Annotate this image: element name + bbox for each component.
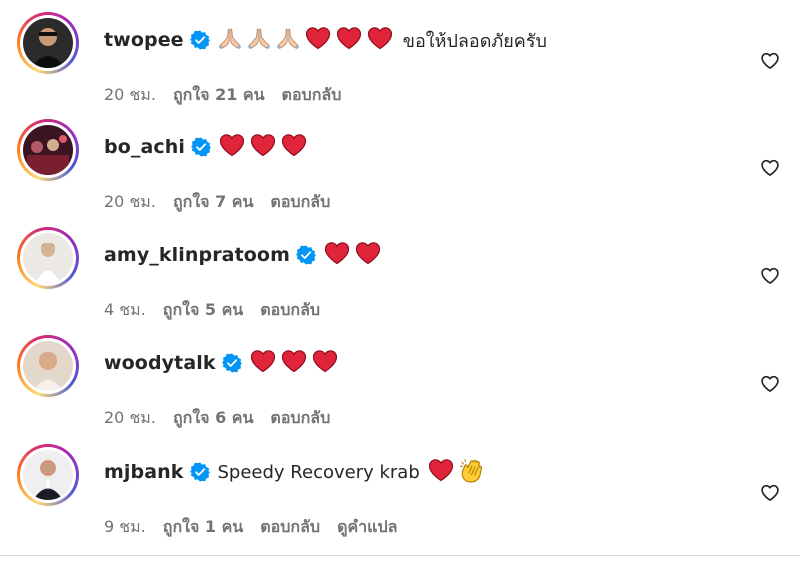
see-translation-button[interactable]: ดูคำแปล bbox=[337, 515, 397, 540]
reply-button[interactable]: ตอบกลับ bbox=[282, 83, 342, 108]
timestamp[interactable]: 20 ชม. bbox=[104, 83, 156, 108]
reply-button[interactable]: ตอบกลับ bbox=[270, 190, 330, 215]
like-heart-icon[interactable] bbox=[760, 374, 780, 394]
story-ring[interactable] bbox=[17, 227, 79, 289]
comment-text: ขอให้ปลอดภัยครับ bbox=[218, 26, 547, 55]
username[interactable]: twopee bbox=[104, 29, 184, 51]
reply-button[interactable]: ตอบกลับ bbox=[270, 406, 330, 431]
comment-item: mjbank Speedy Recovery krab 9 ชม. ถูกใจ … bbox=[0, 432, 800, 540]
comment-item: twopee ขอให้ปลอดภัยครับ 20 ชม. ถูกใจ 21 … bbox=[0, 0, 800, 108]
timestamp[interactable]: 20 ชม. bbox=[104, 406, 156, 431]
red-heart-icon bbox=[219, 133, 245, 162]
red-heart-icon bbox=[305, 26, 331, 55]
clapping-hands-icon bbox=[459, 457, 485, 488]
avatar[interactable] bbox=[23, 341, 73, 391]
red-heart-icon bbox=[250, 133, 276, 162]
comment-text bbox=[219, 133, 307, 162]
red-heart-icon bbox=[250, 349, 276, 378]
red-heart-icon bbox=[367, 26, 393, 55]
timestamp[interactable]: 4 ชม. bbox=[104, 298, 146, 323]
comment-body: ขอให้ปลอดภัยครับ bbox=[402, 30, 547, 52]
likes-count[interactable]: ถูกใจ 6 คน bbox=[173, 406, 253, 431]
username[interactable]: amy_klinpratoom bbox=[104, 244, 290, 266]
story-ring[interactable] bbox=[17, 444, 79, 506]
verified-badge-icon bbox=[221, 353, 242, 373]
like-heart-icon[interactable] bbox=[760, 158, 780, 178]
avatar[interactable] bbox=[23, 233, 73, 283]
avatar[interactable] bbox=[23, 125, 73, 175]
story-ring[interactable] bbox=[17, 12, 79, 74]
red-heart-icon bbox=[336, 26, 362, 55]
verified-badge-icon bbox=[190, 137, 211, 157]
likes-count[interactable]: ถูกใจ 5 คน bbox=[163, 298, 243, 323]
comment-item: amy_klinpratoom 4 ชม. ถูกใจ 5 คน ตอบกลับ bbox=[0, 215, 800, 323]
red-heart-icon bbox=[281, 349, 307, 378]
username[interactable]: mjbank bbox=[104, 461, 184, 483]
username[interactable]: woodytalk bbox=[104, 352, 216, 374]
red-heart-icon bbox=[355, 241, 381, 270]
pray-icon bbox=[247, 26, 271, 55]
red-heart-icon bbox=[324, 241, 350, 270]
comment-item: bo_achi 20 ชม. ถูกใจ 7 คน ตอบกลับ bbox=[0, 107, 800, 215]
verified-badge-icon bbox=[189, 462, 210, 482]
comment-body: Speedy Recovery krab bbox=[217, 461, 420, 483]
timestamp[interactable]: 20 ชม. bbox=[104, 190, 156, 215]
likes-count[interactable]: ถูกใจ 7 คน bbox=[173, 190, 253, 215]
pray-icon bbox=[276, 26, 300, 55]
avatar[interactable] bbox=[23, 450, 73, 500]
divider bbox=[0, 555, 800, 556]
red-heart-icon bbox=[312, 349, 338, 378]
like-heart-icon[interactable] bbox=[760, 483, 780, 503]
comment-list: twopee ขอให้ปลอดภัยครับ 20 ชม. ถูกใจ 21 … bbox=[0, 0, 800, 562]
comment-text bbox=[250, 349, 338, 378]
pray-icon bbox=[218, 26, 242, 55]
story-ring[interactable] bbox=[17, 335, 79, 397]
avatar[interactable] bbox=[23, 18, 73, 68]
reply-button[interactable]: ตอบกลับ bbox=[260, 298, 320, 323]
comment-text bbox=[324, 241, 381, 270]
red-heart-icon bbox=[428, 458, 454, 487]
timestamp[interactable]: 9 ชม. bbox=[104, 515, 146, 540]
username[interactable]: bo_achi bbox=[104, 136, 185, 158]
like-heart-icon[interactable] bbox=[760, 51, 780, 71]
red-heart-icon bbox=[281, 133, 307, 162]
verified-badge-icon bbox=[295, 245, 316, 265]
likes-count[interactable]: ถูกใจ 21 คน bbox=[173, 83, 265, 108]
likes-count[interactable]: ถูกใจ 1 คน bbox=[163, 515, 243, 540]
like-heart-icon[interactable] bbox=[760, 266, 780, 286]
verified-badge-icon bbox=[189, 30, 210, 50]
comment-text: Speedy Recovery krab bbox=[218, 457, 485, 488]
story-ring[interactable] bbox=[17, 119, 79, 181]
reply-button[interactable]: ตอบกลับ bbox=[260, 515, 320, 540]
comment-item: woodytalk 20 ชม. ถูกใจ 6 คน ตอบกลับ bbox=[0, 323, 800, 431]
